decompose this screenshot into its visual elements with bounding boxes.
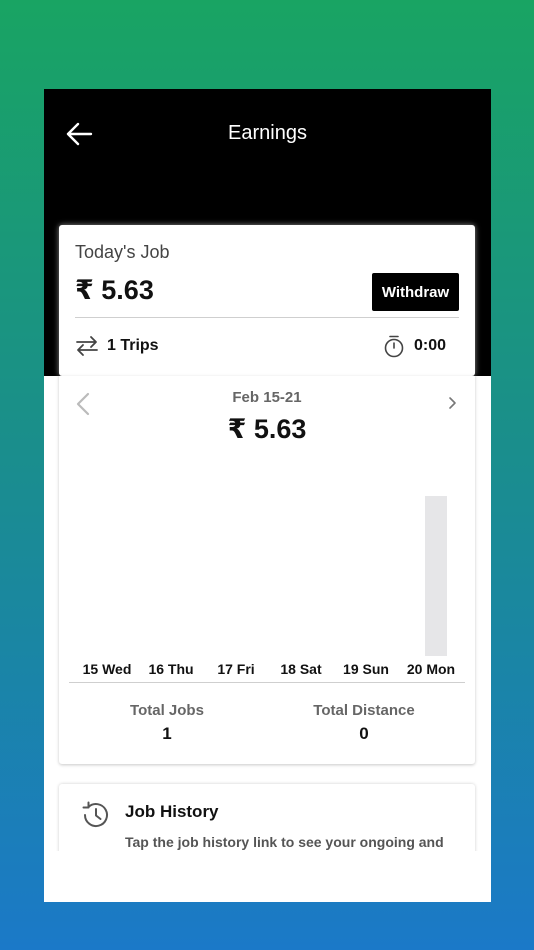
day-label: 16 Thu — [148, 661, 194, 677]
day-label: 17 Fri — [217, 661, 255, 677]
job-history-description: Tap the job history link to see your ong… — [125, 834, 444, 850]
day-label: 19 Sun — [343, 661, 389, 677]
day-column[interactable] — [339, 486, 403, 656]
trips-count: 1 Trips — [107, 337, 159, 354]
weekly-earnings-card: Feb 15-21 ₹ 5.63 15 Wed 16 Thu 17 Fri 18 Sa… — [59, 376, 475, 764]
day-label: 20 Mon — [406, 661, 456, 677]
divider — [69, 682, 465, 683]
earnings-bar — [425, 496, 447, 656]
job-history-title: Job History — [125, 802, 219, 821]
today-job-card: Today's Job ₹ 5.63 Withdraw 1 Trips 0:00 — [59, 225, 475, 376]
bottom-area — [44, 851, 491, 902]
chevron-right-icon[interactable] — [447, 395, 457, 411]
week-amount: ₹ 5.63 — [227, 414, 307, 444]
page-title: Earnings — [228, 122, 307, 144]
day-label: 15 Wed — [82, 661, 132, 677]
total-jobs-value: 1 — [162, 724, 172, 743]
day-column[interactable] — [404, 486, 468, 656]
week-range: Feb 15-21 — [232, 389, 302, 406]
history-clock-icon — [82, 801, 108, 828]
day-column[interactable] — [274, 486, 338, 656]
total-distance-stat: Total Distance 0 — [264, 702, 464, 744]
day-column[interactable] — [143, 486, 207, 656]
total-distance-label: Total Distance — [313, 702, 415, 719]
time-value: 0:00 — [414, 337, 447, 354]
total-distance-value: 0 — [359, 724, 369, 743]
today-amount: ₹ 5.63 — [75, 275, 154, 305]
total-jobs-label: Total Jobs — [130, 702, 204, 719]
total-jobs-stat: Total Jobs 1 — [67, 702, 267, 744]
swap-arrows-icon — [76, 336, 98, 356]
withdraw-button[interactable]: Withdraw — [372, 273, 459, 311]
app-screen: Earnings Today's Job ₹ 5.63 Withdraw 1 T… — [44, 89, 491, 902]
divider — [75, 317, 459, 318]
day-column[interactable] — [208, 486, 272, 656]
day-label: 18 Sat — [280, 661, 322, 677]
earnings-bar-chart — [77, 486, 467, 656]
today-job-label: Today's Job — [75, 242, 170, 262]
day-labels: 15 Wed 16 Thu 17 Fri 18 Sat 19 Sun 20 Mon — [81, 661, 465, 681]
day-column[interactable] — [77, 486, 141, 656]
stopwatch-icon — [384, 335, 404, 358]
